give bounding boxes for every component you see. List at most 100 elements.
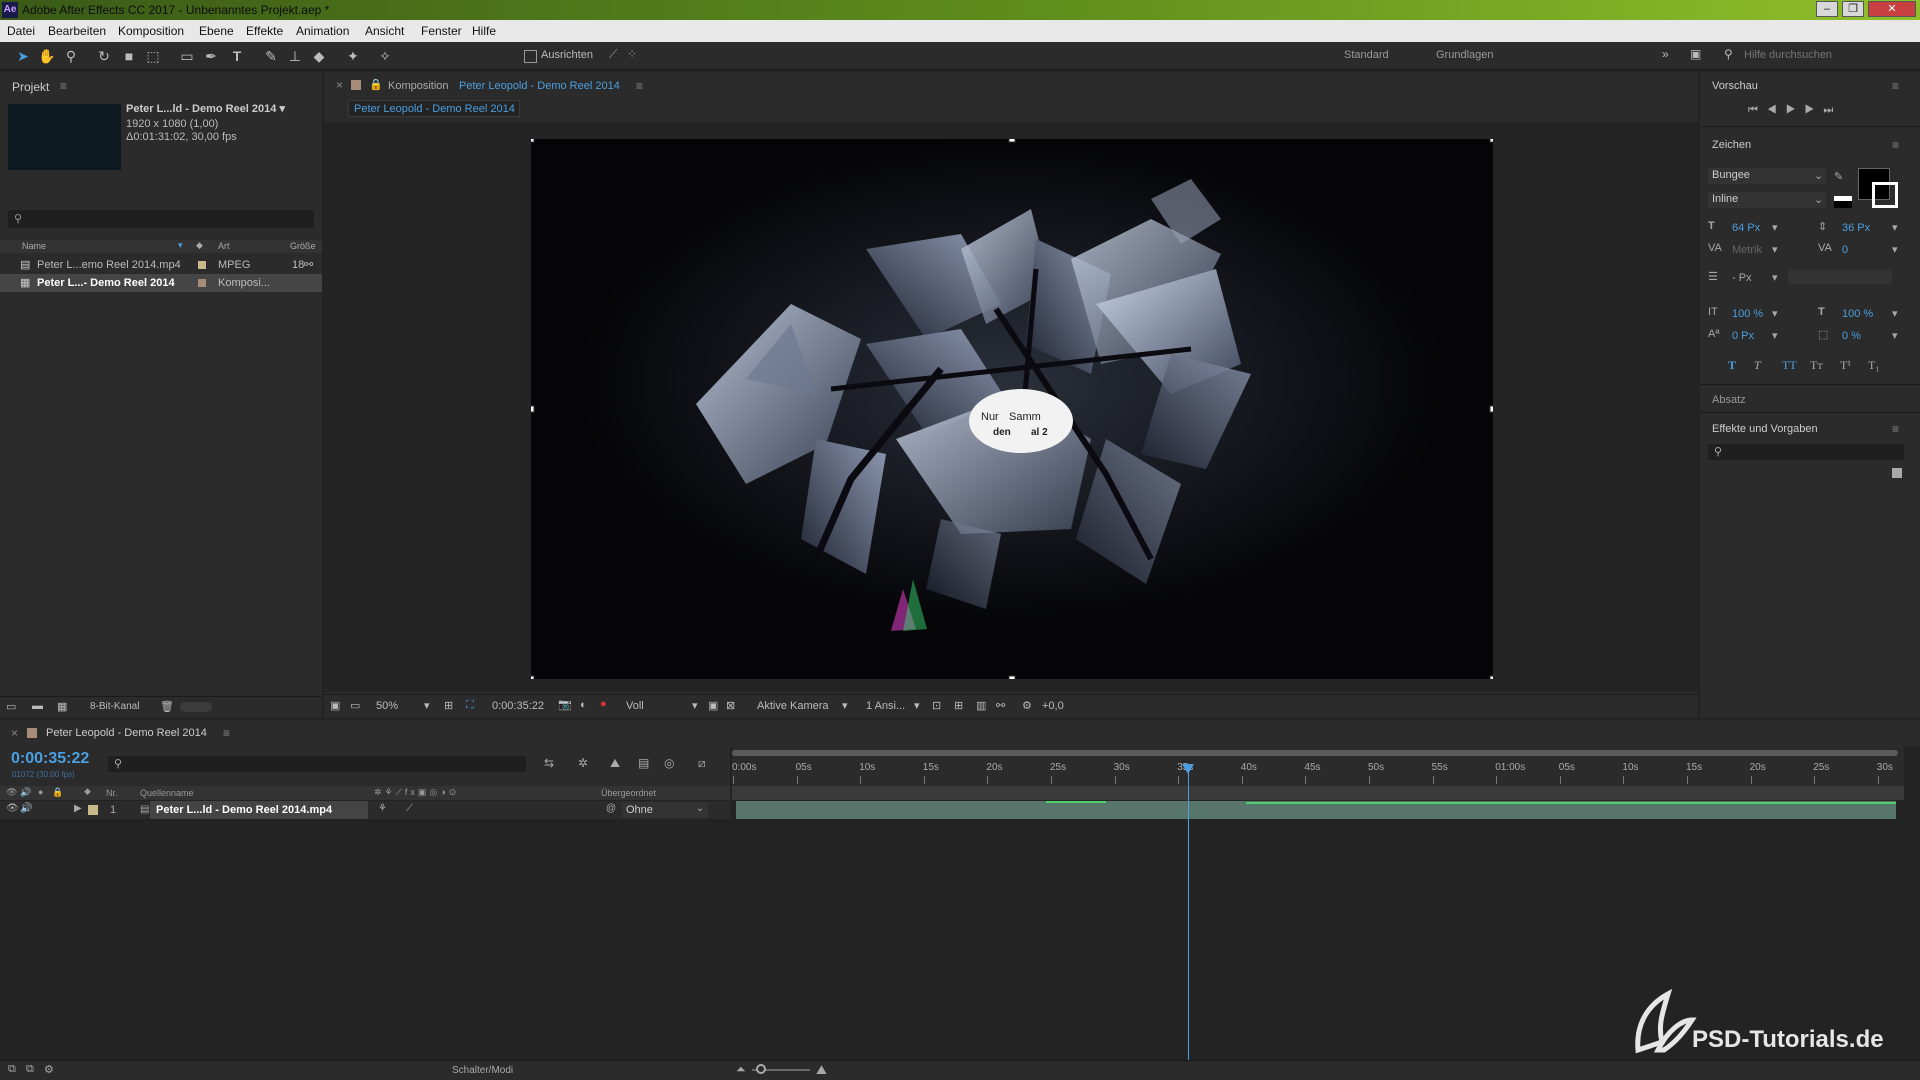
parent-select[interactable]: Ohne ⌄ <box>622 802 708 818</box>
audio-icon[interactable]: 🔊 <box>20 803 32 814</box>
menu-datei[interactable]: Datei <box>7 24 35 38</box>
font-style-select[interactable]: Inline ⌄ <box>1708 192 1826 208</box>
snap-grid-icon[interactable]: ⁘ <box>627 47 637 61</box>
in-out-toggle-icon[interactable]: ⚙ <box>44 1063 54 1076</box>
shy-layers-icon[interactable]: ⛰ <box>610 756 620 771</box>
zoom-slider-handle[interactable] <box>756 1064 766 1074</box>
workspace-grundlagen[interactable]: Grundlagen <box>1436 49 1494 61</box>
solo-icon[interactable]: ● <box>38 787 43 797</box>
layer-duration-bar[interactable] <box>736 801 1896 819</box>
black-white-swatch[interactable] <box>1834 196 1852 208</box>
layer-name-cell[interactable]: Peter L...ld - Demo Reel 2014.mp4 <box>150 801 368 819</box>
comp-mini-flowchart-icon[interactable]: ⇆ <box>544 756 554 770</box>
project-item-row[interactable]: ▤ Peter L...emo Reel 2014.mp4 MPEG 18 ⚯ <box>0 256 322 274</box>
chevron-down-icon[interactable]: ▾ <box>692 699 698 712</box>
horizontal-scale-value[interactable]: 100 % <box>1842 308 1873 320</box>
rectangle-tool-icon[interactable]: ▭ <box>178 47 196 65</box>
chevron-down-icon[interactable]: ▾ <box>1772 221 1778 234</box>
chevron-down-icon[interactable]: ▾ <box>1892 243 1898 256</box>
motion-blur-icon[interactable]: ◎ <box>664 756 674 770</box>
first-frame-icon[interactable]: ⏮ <box>1748 104 1767 116</box>
snap-feature-icon[interactable]: ⟋ <box>609 47 617 62</box>
menu-hilfe[interactable]: Hilfe <box>472 24 496 38</box>
current-timecode[interactable]: 0:00:35:22 <box>11 750 89 768</box>
play-icon[interactable]: ▶ <box>1786 104 1805 116</box>
fast-previews-icon[interactable]: ⊞ <box>954 699 963 712</box>
bit-depth-label[interactable]: 8-Bit-Kanal <box>90 701 139 712</box>
column-name[interactable]: Name <box>22 241 46 251</box>
layer-switches-toggle-icon[interactable]: ⧉ <box>8 1063 16 1076</box>
comp-tab-prefix[interactable]: Komposition <box>388 80 449 92</box>
sync-settings-icon[interactable]: ▣ <box>1690 47 1701 61</box>
zoom-out-icon[interactable]: ⏶ <box>736 1062 746 1077</box>
comp-menu-icon[interactable]: ≡ <box>636 79 643 93</box>
paragraph-panel-title[interactable]: Absatz <box>1712 394 1746 406</box>
column-size[interactable]: Größe <box>290 241 316 251</box>
layer-row[interactable]: 👁 🔊 ▶ 1 ▤ Peter L...ld - Demo Reel 2014.… <box>0 801 730 819</box>
timeline-menu-icon[interactable]: ≡ <box>223 726 230 740</box>
character-menu-icon[interactable]: ≡ <box>1892 138 1899 152</box>
vertical-scale-value[interactable]: 100 % <box>1732 308 1763 320</box>
faux-italic-button[interactable]: T <box>1754 358 1761 373</box>
rotate-tool-icon[interactable]: ↻ <box>95 47 113 65</box>
exposure-value[interactable]: +0,0 <box>1042 700 1064 712</box>
close-button[interactable]: ✕ <box>1868 1 1916 17</box>
effects-menu-icon[interactable]: ≡ <box>1892 422 1899 436</box>
menu-komposition[interactable]: Komposition <box>118 24 184 38</box>
project-menu-icon[interactable]: ≡ <box>60 79 67 93</box>
always-preview-icon[interactable]: ▣ <box>330 699 340 712</box>
superscript-button[interactable]: T¹ <box>1840 358 1851 373</box>
last-frame-icon[interactable]: ⏭ <box>1823 104 1842 116</box>
kerning-value[interactable]: Metrik <box>1732 244 1762 256</box>
timeline-tab-name[interactable]: Peter Leopold - Demo Reel 2014 <box>46 727 207 739</box>
playhead-handle[interactable] <box>1182 764 1195 774</box>
clone-stamp-tool-icon[interactable]: ⊥ <box>286 47 304 65</box>
toggle-pixel-aspect-icon[interactable]: ⊡ <box>932 699 941 712</box>
more-workspaces-icon[interactable]: » <box>1662 47 1669 61</box>
baseline-shift-value[interactable]: 0 Px <box>1732 330 1754 342</box>
comp-tab-name[interactable]: Peter Leopold - Demo Reel 2014 <box>459 80 620 92</box>
chevron-down-icon[interactable]: ▾ <box>842 699 848 712</box>
help-search-input[interactable] <box>1744 46 1912 64</box>
new-preset-icon[interactable] <box>1892 468 1902 478</box>
show-snapshot-icon[interactable]: ◐ <box>580 699 587 711</box>
stroke-style-select[interactable] <box>1788 270 1892 284</box>
minimize-button[interactable]: – <box>1816 1 1838 17</box>
tsume-value[interactable]: 0 % <box>1842 330 1861 342</box>
layer-search-input[interactable]: ⚲ <box>108 756 526 772</box>
brush-tool-icon[interactable]: ✎ <box>262 47 280 65</box>
selection-tool-icon[interactable]: ➤ <box>14 47 32 65</box>
roto-brush-tool-icon[interactable]: ✦ <box>344 47 362 65</box>
font-size-value[interactable]: 64 Px <box>1732 222 1760 234</box>
eye-icon[interactable]: 👁 <box>6 803 19 814</box>
comp-subtab[interactable]: Peter Leopold - Demo Reel 2014 <box>348 100 520 117</box>
comp-timecode[interactable]: 0:00:35:22 <box>492 700 544 712</box>
font-family-select[interactable]: Bungee ⌄ <box>1708 168 1826 184</box>
eye-icon[interactable]: 👁 <box>6 787 17 798</box>
chevron-down-icon[interactable]: ▾ <box>1892 329 1898 342</box>
frame-blending-icon[interactable]: ▤ <box>638 756 649 770</box>
chevron-down-icon[interactable]: ▾ <box>1772 307 1778 320</box>
column-parent[interactable]: Übergeordnet <box>601 788 656 798</box>
text-tool-icon[interactable]: T <box>228 47 246 65</box>
label-tag-icon[interactable]: ◆ <box>196 240 203 251</box>
subscript-button[interactable]: T₁ <box>1868 358 1880 373</box>
snapshot-icon[interactable]: 📷 <box>558 698 572 711</box>
puppet-pin-tool-icon[interactable]: ✧ <box>376 47 394 65</box>
camera-tool-icon[interactable]: ■ <box>120 47 138 65</box>
trash-icon[interactable]: 🗑 <box>160 700 174 713</box>
timeline-icon[interactable]: ▥ <box>976 699 986 712</box>
pen-tool-icon[interactable]: ✒ <box>202 47 220 65</box>
chevron-down-icon[interactable]: ▾ <box>1772 271 1778 284</box>
menu-bearbeiten[interactable]: Bearbeiten <box>48 24 106 38</box>
eraser-tool-icon[interactable]: ◆ <box>310 47 328 65</box>
draft-3d-icon[interactable]: ✲ <box>578 756 588 770</box>
fit-icon[interactable]: ⊞ <box>444 699 453 712</box>
stroke-width-value[interactable]: - Px <box>1732 272 1752 284</box>
time-ruler[interactable]: 0:00s 05s 10s 15s 20s 25s 30s 35s 40s 45s 50s 55s 01… <box>732 746 1904 786</box>
zoom-dropdown[interactable]: 50% <box>376 700 398 712</box>
reset-exposure-icon[interactable]: ⚙ <box>1022 699 1032 712</box>
transparency-grid-icon[interactable]: ⊠ <box>726 699 735 712</box>
workspace-standard[interactable]: Standard <box>1344 49 1389 61</box>
collapse-icon[interactable]: ⚘ <box>378 803 387 814</box>
